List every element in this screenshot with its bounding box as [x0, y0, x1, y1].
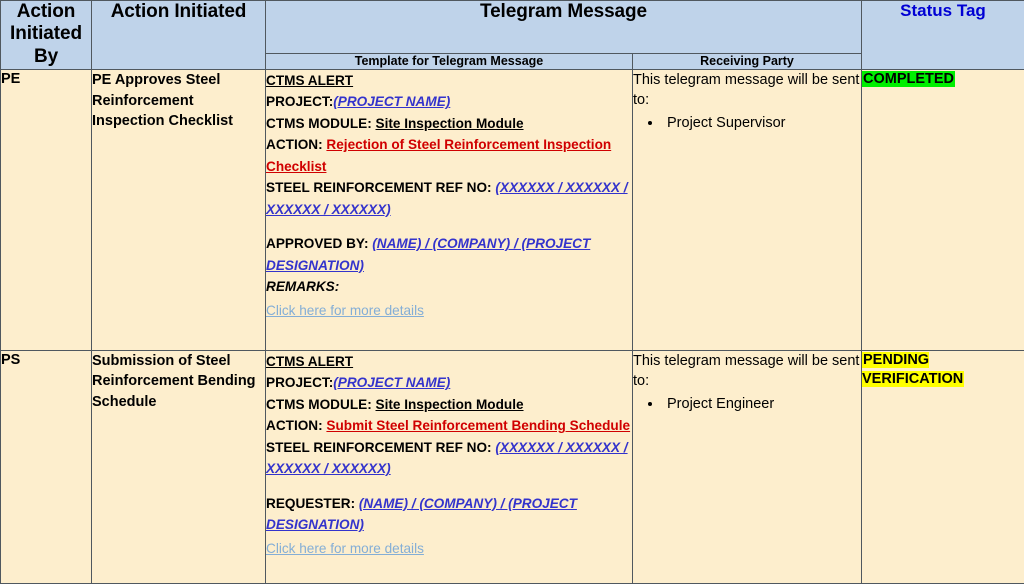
cell-telegram-template: CTMS ALERT PROJECT:(PROJECT NAME) CTMS M…	[265, 349, 633, 584]
cell-initiated-by: PS	[0, 349, 92, 584]
more-details-line: Click here for more details	[266, 536, 632, 559]
column-header-receiving-party: Receiving Party	[632, 53, 862, 70]
receiving-party-list: Project Supervisor	[633, 113, 861, 133]
cell-receiving-party: This telegram message will be sent to: P…	[632, 349, 862, 584]
table-row: PS Submission of Steel Reinforcement Ben…	[0, 349, 1024, 584]
alert-title: CTMS ALERT	[266, 73, 354, 88]
workflow-table: Action Initiated By Action Initiated Tel…	[0, 0, 1024, 584]
action-line: ACTION: Submit Steel Reinforcement Bendi…	[266, 415, 632, 436]
status-badge: PENDING VERIFICATION	[862, 351, 965, 388]
action-value: Submit Steel Reinforcement Bending Sched…	[326, 418, 631, 434]
module-label: CTMS MODULE:	[266, 115, 372, 131]
action-label: ACTION:	[266, 418, 323, 434]
cell-initiated-by: PE	[0, 69, 92, 351]
cell-action-initiated: Submission of Steel Reinforcement Bendin…	[91, 349, 266, 584]
project-label: PROJECT:	[266, 375, 334, 391]
ref-line: STEEL REINFORCEMENT REF NO: (XXXXXX / XX…	[266, 177, 632, 220]
module-value: Site Inspection Module	[375, 396, 524, 412]
project-label: PROJECT:	[266, 94, 334, 110]
column-header-action-initiated-by: Action Initiated By	[0, 0, 92, 70]
more-details-link[interactable]: Click here for more details	[266, 300, 424, 321]
more-details-line: Click here for more details	[266, 298, 632, 321]
more-details-link[interactable]: Click here for more details	[266, 538, 424, 559]
person-line: REQUESTER: (NAME) / (COMPANY) / (PROJECT…	[266, 493, 632, 536]
project-value: (PROJECT NAME)	[333, 375, 451, 391]
table-body: PE PE Approves Steel Reinforcement Inspe…	[0, 69, 1024, 584]
cell-receiving-party: This telegram message will be sent to: P…	[632, 69, 862, 351]
module-label: CTMS MODULE:	[266, 396, 372, 412]
column-header-template-for-telegram-message: Template for Telegram Message	[265, 53, 633, 70]
remarks-label: REMARKS:	[266, 279, 340, 295]
project-line: PROJECT:(PROJECT NAME)	[266, 91, 632, 112]
receiving-intro: This telegram message will be sent to:	[633, 72, 860, 108]
header-row-primary: Action Initiated By Action Initiated Tel…	[0, 0, 1024, 70]
ref-label: STEEL REINFORCEMENT REF NO:	[266, 180, 492, 196]
telegram-message-matrix: Action Initiated By Action Initiated Tel…	[0, 0, 1024, 584]
column-header-telegram-message: Telegram Message	[265, 0, 862, 54]
person-label: APPROVED BY:	[266, 236, 369, 252]
list-item: Project Supervisor	[663, 113, 861, 133]
column-header-status-tag: Status Tag	[861, 0, 1024, 70]
list-item: Project Engineer	[663, 394, 861, 414]
cell-telegram-template: CTMS ALERT PROJECT:(PROJECT NAME) CTMS M…	[265, 69, 633, 351]
cell-status-tag: COMPLETED	[861, 69, 1024, 351]
cell-action-initiated: PE Approves Steel Reinforcement Inspecti…	[91, 69, 266, 351]
alert-title: CTMS ALERT	[266, 353, 354, 369]
project-line: PROJECT:(PROJECT NAME)	[266, 372, 632, 393]
module-value: Site Inspection Module	[375, 115, 524, 131]
table-header: Action Initiated By Action Initiated Tel…	[0, 0, 1024, 70]
action-line: ACTION: Rejection of Steel Reinforcement…	[266, 134, 632, 177]
action-label: ACTION:	[266, 137, 323, 153]
receiving-intro: This telegram message will be sent to:	[633, 352, 860, 389]
ref-label: STEEL REINFORCEMENT REF NO:	[266, 439, 492, 455]
person-line: APPROVED BY: (NAME) / (COMPANY) / (PROJE…	[266, 233, 632, 276]
receiving-party-list: Project Engineer	[633, 394, 861, 414]
project-value: (PROJECT NAME)	[333, 94, 451, 110]
ref-line: STEEL REINFORCEMENT REF NO: (XXXXXX / XX…	[266, 437, 632, 480]
cell-status-tag: PENDING VERIFICATION	[861, 349, 1024, 584]
status-badge: COMPLETED	[862, 71, 956, 87]
module-line: CTMS MODULE: Site Inspection Module	[266, 394, 632, 415]
person-label: REQUESTER:	[266, 495, 356, 511]
table-row: PE PE Approves Steel Reinforcement Inspe…	[0, 69, 1024, 351]
module-line: CTMS MODULE: Site Inspection Module	[266, 113, 632, 134]
column-header-action-initiated: Action Initiated	[91, 0, 266, 70]
